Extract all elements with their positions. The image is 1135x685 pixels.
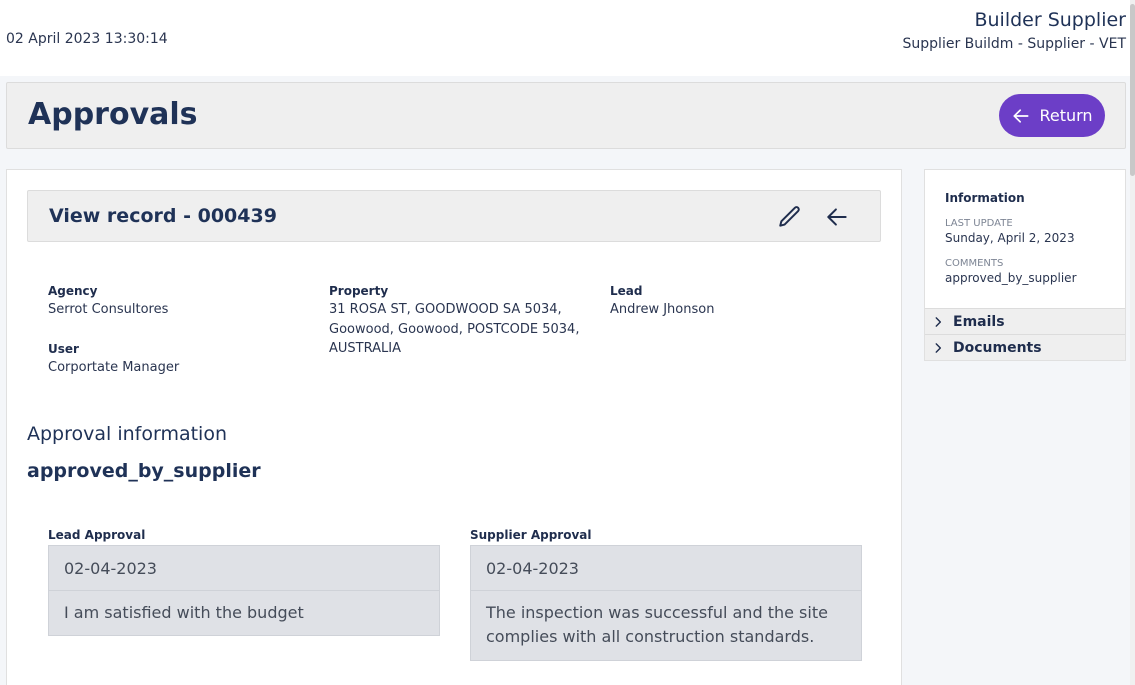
agency-label: Agency bbox=[48, 284, 98, 298]
supplier-approval-comment: The inspection was successful and the si… bbox=[470, 591, 862, 661]
return-button[interactable]: Return bbox=[999, 94, 1105, 137]
record-header: View record - 000439 bbox=[27, 190, 881, 242]
emails-accordion[interactable]: Emails bbox=[925, 308, 1125, 334]
info-sidebar: Information LAST UPDATE Sunday, April 2,… bbox=[924, 169, 1126, 361]
comments-label: COMMENTS bbox=[945, 258, 1004, 269]
chevron-right-icon bbox=[935, 342, 942, 353]
supplier-comment-line: complies with all construction standards… bbox=[486, 627, 815, 646]
property-line: 31 ROSA ST, GOODWOOD SA 5034, bbox=[329, 302, 562, 317]
info-card: Information LAST UPDATE Sunday, April 2,… bbox=[925, 170, 1125, 308]
company-info: Builder Supplier Supplier Buildm - Suppl… bbox=[903, 9, 1126, 52]
lead-value: Andrew Jhonson bbox=[610, 302, 715, 317]
approval-status: approved_by_supplier bbox=[27, 460, 261, 482]
user-value: Corportate Manager bbox=[48, 360, 180, 375]
property-value: 31 ROSA ST, GOODWOOD SA 5034, Goowood, G… bbox=[329, 300, 579, 359]
documents-accordion[interactable]: Documents bbox=[925, 334, 1125, 360]
current-datetime: 02 April 2023 13:30:14 bbox=[6, 31, 168, 47]
arrow-left-icon bbox=[1013, 108, 1029, 123]
supplier-approval-date: 02-04-2023 bbox=[470, 545, 862, 591]
page-scrollbar[interactable] bbox=[1130, 0, 1135, 685]
agency-value: Serrot Consultores bbox=[48, 302, 169, 317]
return-button-label: Return bbox=[1039, 106, 1093, 125]
property-label: Property bbox=[329, 284, 389, 298]
last-update-label: LAST UPDATE bbox=[945, 218, 1013, 229]
lead-approval-date: 02-04-2023 bbox=[48, 545, 440, 591]
lead-approval-label: Lead Approval bbox=[48, 528, 146, 542]
company-name: Builder Supplier bbox=[974, 9, 1126, 31]
back-arrow-icon[interactable] bbox=[824, 204, 850, 230]
documents-accordion-label: Documents bbox=[953, 339, 1042, 356]
top-bar: 02 April 2023 13:30:14 Builder Supplier … bbox=[0, 0, 1135, 76]
page-title: Approvals bbox=[28, 97, 198, 132]
comments-value: approved_by_supplier bbox=[945, 271, 1077, 285]
page-header: Approvals Return bbox=[6, 82, 1126, 149]
info-title: Information bbox=[945, 191, 1025, 205]
lead-approval-comment: I am satisfied with the budget bbox=[48, 591, 440, 636]
approval-section-title: Approval information bbox=[27, 423, 228, 445]
scrollbar-thumb[interactable] bbox=[1130, 4, 1135, 176]
supplier-approval-label: Supplier Approval bbox=[470, 528, 592, 542]
company-subtitle: Supplier Buildm - Supplier - VET bbox=[902, 36, 1126, 52]
emails-accordion-label: Emails bbox=[953, 313, 1005, 330]
record-title: View record - 000439 bbox=[49, 205, 277, 227]
pencil-icon[interactable] bbox=[777, 204, 803, 230]
chevron-right-icon bbox=[935, 316, 942, 327]
last-update-value: Sunday, April 2, 2023 bbox=[945, 231, 1075, 245]
property-line: AUSTRALIA bbox=[329, 341, 401, 356]
property-line: Goowood, Goowood, POSTCODE 5034, bbox=[329, 321, 580, 337]
record-panel: View record - 000439 Agency Serrot Consu… bbox=[6, 169, 902, 685]
user-label: User bbox=[48, 342, 79, 356]
supplier-comment-line: The inspection was successful and the si… bbox=[486, 603, 828, 622]
lead-label: Lead bbox=[610, 284, 643, 298]
